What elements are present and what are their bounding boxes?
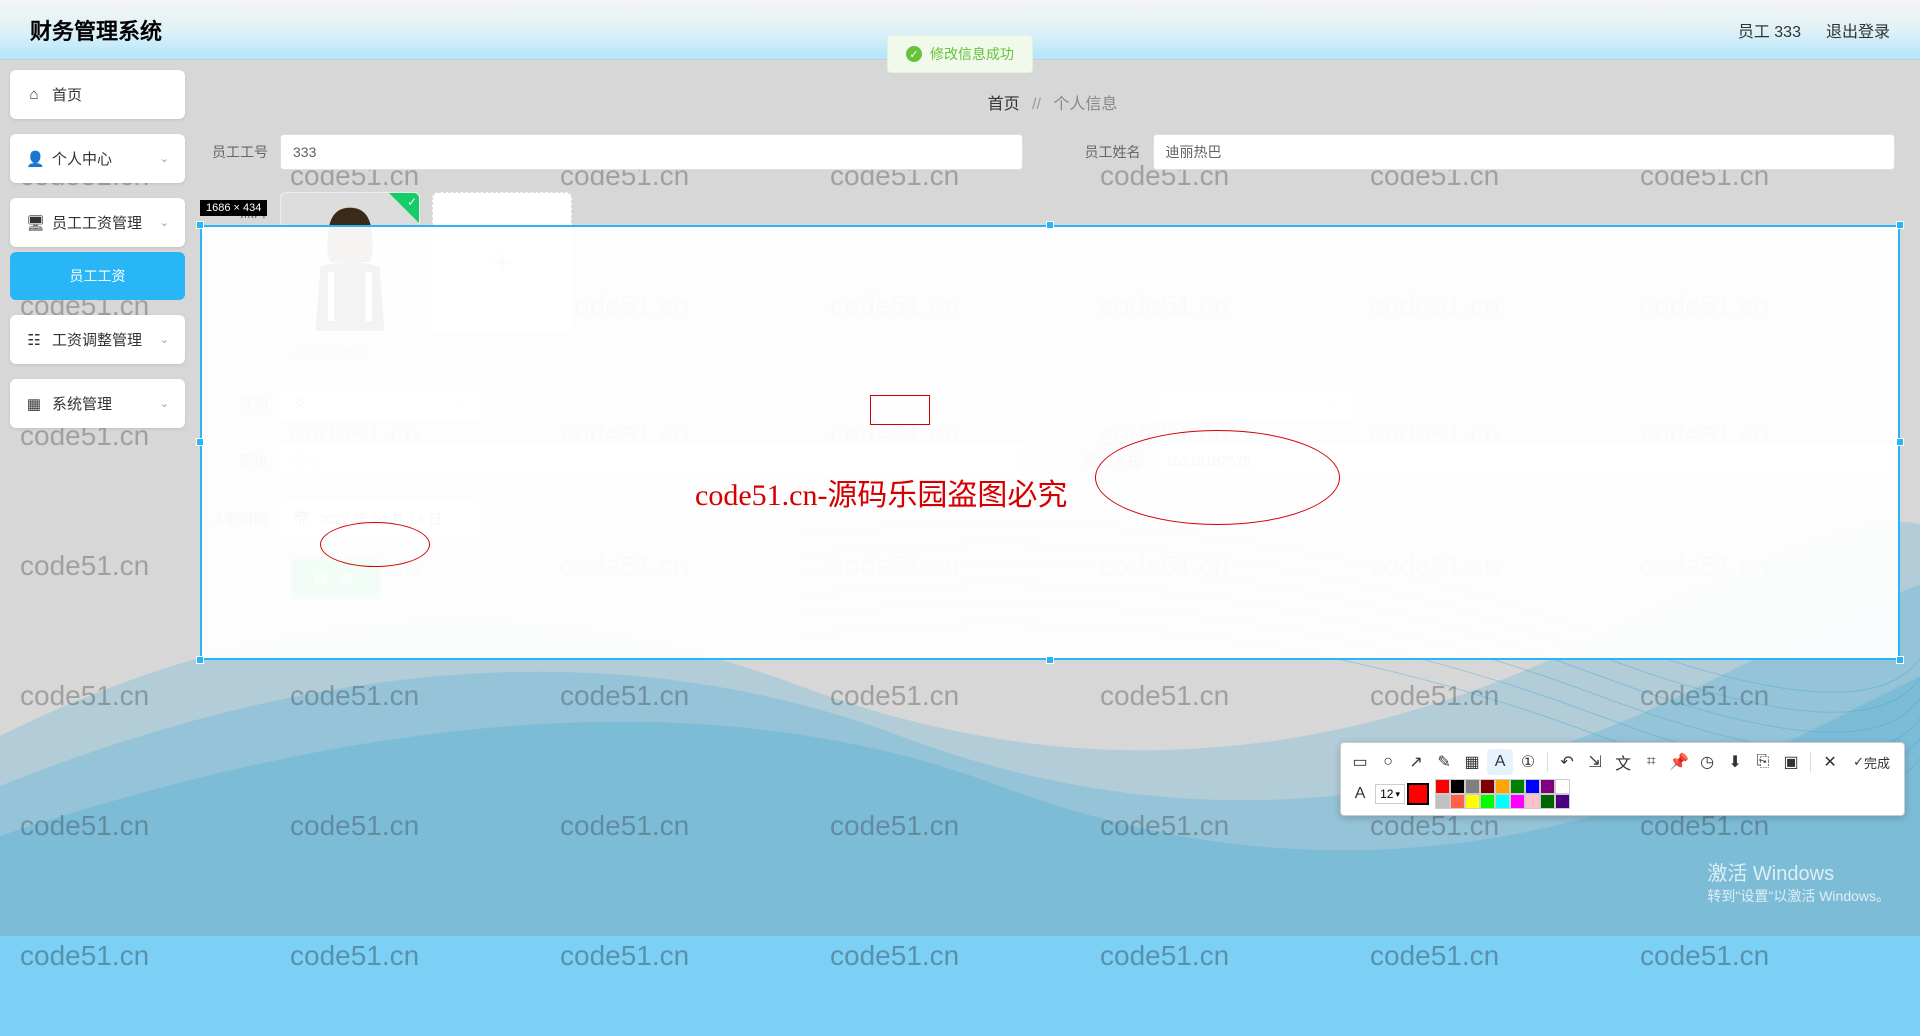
- done-button[interactable]: ✓完成: [1845, 749, 1898, 775]
- color-swatch[interactable]: [1435, 779, 1450, 794]
- more-icon[interactable]: ▣: [1778, 749, 1804, 775]
- breadcrumb-home[interactable]: 首页: [988, 96, 1020, 113]
- color-swatch-active[interactable]: [1407, 783, 1429, 805]
- clock-icon[interactable]: ◷: [1694, 749, 1720, 775]
- chevron-down-icon: ⌄: [160, 397, 169, 410]
- upload-success-icon: [389, 193, 419, 223]
- monitor-icon: 🖥: [26, 214, 42, 232]
- mosaic-tool-icon[interactable]: ▦: [1459, 749, 1485, 775]
- color-swatch[interactable]: [1480, 779, 1495, 794]
- sidebar: ⌂ 首页 👤 个人中心 ⌄ 🖥 员工工资管理 ⌄ 员工工资 ☷ 工资调整管理 ⌄…: [10, 70, 185, 443]
- selection-handle[interactable]: [196, 221, 204, 229]
- selection-handle[interactable]: [1046, 221, 1054, 229]
- success-icon: ✓: [906, 46, 922, 62]
- emp-id-label: 员工工号: [210, 142, 280, 162]
- emp-name-label: 员工姓名: [1083, 142, 1153, 162]
- pin-icon[interactable]: 📌: [1666, 749, 1692, 775]
- pen-tool-icon[interactable]: ✎: [1431, 749, 1457, 775]
- selection-handle[interactable]: [1896, 221, 1904, 229]
- grid-icon: ▦: [26, 395, 42, 413]
- breadcrumb-current: 个人信息: [1053, 96, 1117, 113]
- color-swatch[interactable]: [1540, 779, 1555, 794]
- sidebar-item-system[interactable]: ▦ 系统管理 ⌄: [10, 379, 185, 428]
- color-swatch[interactable]: [1495, 779, 1510, 794]
- number-tool-icon[interactable]: ①: [1515, 749, 1541, 775]
- color-swatch[interactable]: [1465, 794, 1480, 809]
- selection-handle[interactable]: [1046, 656, 1054, 664]
- ocr-icon[interactable]: ⌗: [1638, 749, 1664, 775]
- long-screenshot-icon[interactable]: ⇲: [1582, 749, 1608, 775]
- undo-icon[interactable]: ↶: [1554, 749, 1580, 775]
- copy-icon[interactable]: ⎘: [1750, 749, 1776, 775]
- chevron-down-icon: ⌄: [160, 152, 169, 165]
- chevron-down-icon: ⌄: [160, 333, 169, 346]
- breadcrumb: 首页 // 个人信息: [200, 70, 1905, 134]
- toast-text: 修改信息成功: [930, 44, 1014, 64]
- color-swatch[interactable]: [1540, 794, 1555, 809]
- translate-icon[interactable]: 文: [1610, 749, 1636, 775]
- color-swatch[interactable]: [1435, 794, 1450, 809]
- text-style-icon[interactable]: A: [1347, 781, 1373, 807]
- download-icon[interactable]: ⬇: [1722, 749, 1748, 775]
- color-swatch[interactable]: [1495, 794, 1510, 809]
- screenshot-selection[interactable]: [200, 225, 1900, 660]
- arrow-tool-icon[interactable]: ↗: [1403, 749, 1429, 775]
- breadcrumb-separator: //: [1032, 96, 1041, 113]
- close-icon[interactable]: ✕: [1817, 749, 1843, 775]
- app-title: 财务管理系统: [30, 14, 162, 46]
- selection-handle[interactable]: [1896, 438, 1904, 446]
- screenshot-toolbar: ▭ ○ ↗ ✎ ▦ A ① ↶ ⇲ 文 ⌗ 📌 ◷ ⬇ ⎘ ▣ ✕ ✓完成 A …: [1340, 742, 1905, 816]
- color-swatch[interactable]: [1510, 794, 1525, 809]
- annotation-text: code51.cn-源码乐园盗图必究: [695, 470, 1067, 514]
- selection-dimensions: 1686 × 434: [200, 200, 267, 216]
- sidebar-item-home[interactable]: ⌂ 首页: [10, 70, 185, 119]
- emp-name-input[interactable]: [1153, 134, 1896, 170]
- color-swatch[interactable]: [1525, 794, 1540, 809]
- sidebar-item-salary[interactable]: 🖥 员工工资管理 ⌄: [10, 198, 185, 247]
- sidebar-item-adjust[interactable]: ☷ 工资调整管理 ⌄: [10, 315, 185, 364]
- color-swatch[interactable]: [1450, 794, 1465, 809]
- font-size-select[interactable]: 12▾: [1375, 784, 1405, 804]
- color-swatch[interactable]: [1525, 779, 1540, 794]
- color-swatch[interactable]: [1480, 794, 1495, 809]
- rect-tool-icon[interactable]: ▭: [1347, 749, 1373, 775]
- sidebar-subitem-salary[interactable]: 员工工资: [10, 252, 185, 300]
- color-swatch[interactable]: [1555, 779, 1570, 794]
- windows-activation-notice: 激活 Windows 转到"设置"以激活 Windows。: [1707, 857, 1890, 906]
- list-icon: ☷: [26, 331, 42, 349]
- success-toast: ✓ 修改信息成功: [887, 35, 1033, 73]
- chevron-down-icon: ⌄: [160, 216, 169, 229]
- home-icon: ⌂: [26, 86, 42, 103]
- color-swatch[interactable]: [1510, 779, 1525, 794]
- circle-tool-icon[interactable]: ○: [1375, 749, 1401, 775]
- color-swatch[interactable]: [1450, 779, 1465, 794]
- sidebar-item-personal[interactable]: 👤 个人中心 ⌄: [10, 134, 185, 183]
- selection-handle[interactable]: [196, 656, 204, 664]
- emp-id-input[interactable]: [280, 134, 1023, 170]
- logout-link[interactable]: 退出登录: [1826, 18, 1890, 42]
- color-swatch[interactable]: [1555, 794, 1570, 809]
- selection-handle[interactable]: [196, 438, 204, 446]
- selection-handle[interactable]: [1896, 656, 1904, 664]
- text-tool-icon[interactable]: A: [1487, 749, 1513, 775]
- color-swatch[interactable]: [1465, 779, 1480, 794]
- user-icon: 👤: [26, 150, 42, 168]
- header-user[interactable]: 员工 333: [1738, 18, 1801, 42]
